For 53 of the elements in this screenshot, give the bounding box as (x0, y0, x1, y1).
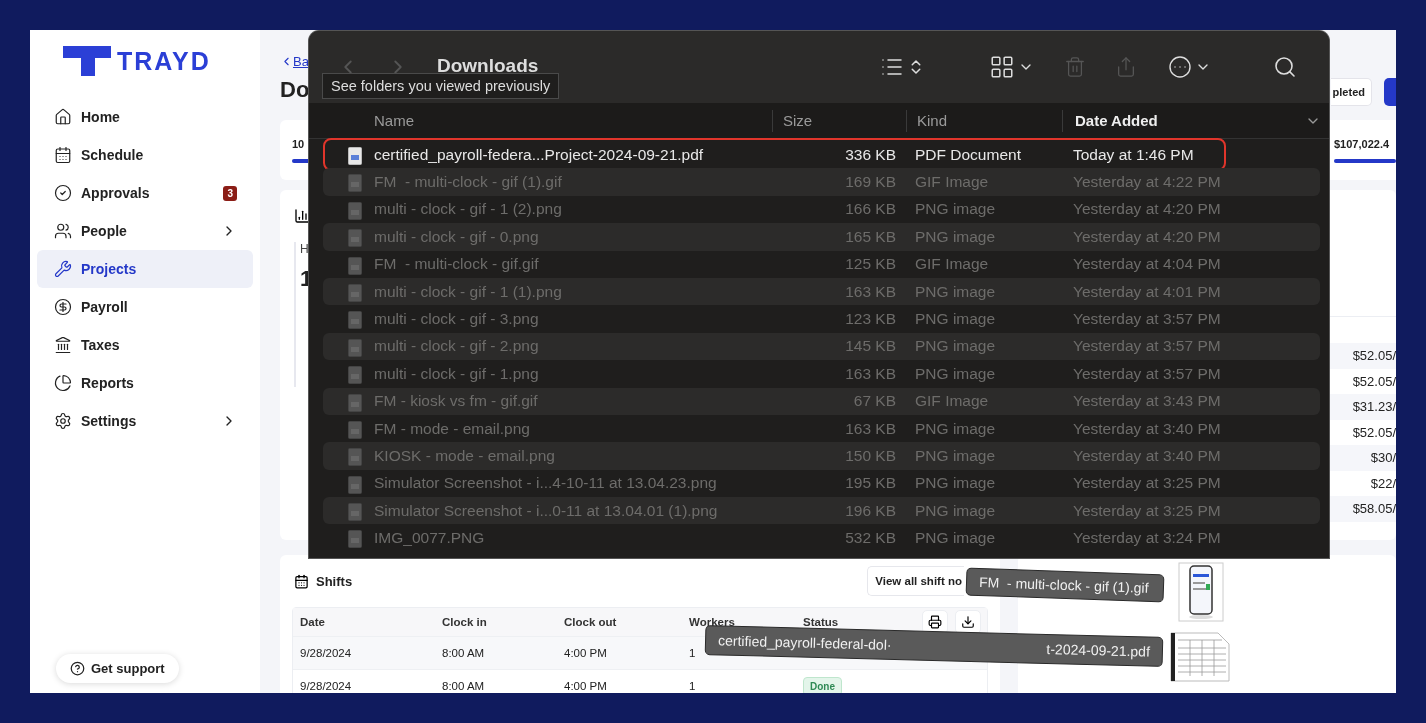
nav-item[interactable]: Schedule (37, 136, 253, 174)
rate-text: $31.23/ (1352, 399, 1396, 415)
back-link[interactable]: Ba (280, 54, 310, 69)
nav-item[interactable]: Settings (37, 402, 253, 440)
column-header: Date (299, 616, 326, 628)
view-notes-button[interactable]: View all shift no (867, 566, 964, 596)
table-cell-text: 8:00 AM (441, 680, 486, 692)
rate-text: $30/ (1370, 450, 1396, 466)
nav-item[interactable]: Payroll (37, 288, 253, 326)
column-header: Status (802, 616, 840, 628)
status-button[interactable]: pleted (1330, 78, 1372, 106)
file-row[interactable]: multi - clock - gif - 1 (2).png 166 KB PNG image Yesterday at 4:20 PM (323, 195, 1320, 224)
summary-value: 10 (292, 137, 306, 150)
table-cell-text: 4:00 PM (563, 647, 608, 659)
status-badge: Done (803, 676, 842, 693)
nav-item[interactable]: Projects (37, 250, 253, 288)
file-row[interactable]: multi - clock - gif - 1.png 163 KB PNG image Yesterday at 3:57 PM (323, 360, 1320, 388)
nav-item[interactable]: People (37, 212, 253, 250)
nav-item[interactable]: Reports (37, 364, 253, 402)
support-button[interactable]: Get support (56, 654, 179, 683)
nav-item[interactable]: Home (37, 98, 253, 136)
nav-item[interactable]: Taxes (37, 326, 253, 364)
table-cell-text: 1 (688, 680, 697, 692)
table-cell-text: 4:00 PM (563, 680, 608, 692)
rate-text: $52.05/ (1352, 424, 1396, 440)
column-header[interactable]: Name (309, 109, 772, 132)
nav-item[interactable]: Approvals 3 (37, 174, 253, 212)
table-cell-text: 1 (688, 647, 697, 659)
table-cell-text: 9/28/2024 (299, 680, 353, 692)
rate-text: $22/ (1370, 475, 1396, 491)
table-cell-text: 9/28/2024 (299, 647, 353, 659)
column-header[interactable]: Date Added (1062, 109, 1329, 132)
file-row[interactable]: IMG_0077.PNG 532 KB PNG image Yesterday at 3:24 PM (323, 524, 1320, 552)
column-header: Clock in (441, 616, 488, 628)
file-row[interactable]: multi - clock - gif - 3.png 123 KB PNG image Yesterday at 3:57 PM (323, 305, 1320, 333)
column-header: Workers (688, 616, 736, 628)
file-row[interactable]: FM - multi-clock - gif.gif 125 KB GIF Image Yesterday at 4:04 PM (323, 250, 1320, 278)
page-title: Do (280, 77, 310, 103)
table-cell-text: 8:00 AM (441, 647, 486, 659)
logo-text: TRAYD (117, 46, 211, 76)
column-header[interactable]: Size (772, 109, 906, 132)
count-badge: 3 (223, 185, 237, 201)
metric-label: H (300, 242, 309, 256)
column-header: Clock out (563, 616, 618, 628)
card-title: Shifts (316, 573, 354, 589)
rate-text: $58.05/ (1352, 501, 1396, 517)
rate-text: $52.05/ (1352, 348, 1396, 364)
summary-value: $107,022.4 (1334, 137, 1391, 150)
column-header[interactable]: Kind (906, 109, 1062, 132)
rate-text: $52.05/ (1352, 373, 1396, 389)
file-row[interactable]: FM - mode - email.png 163 KB PNG image Yesterday at 3:40 PM (323, 414, 1320, 443)
tooltip: See folders you viewed previously (322, 73, 560, 99)
file-row[interactable]: Simulator Screenshot - i...4-10-11 at 13.04.23.png 195 KB PNG image Yesterday at 3:25 PM (323, 469, 1320, 498)
